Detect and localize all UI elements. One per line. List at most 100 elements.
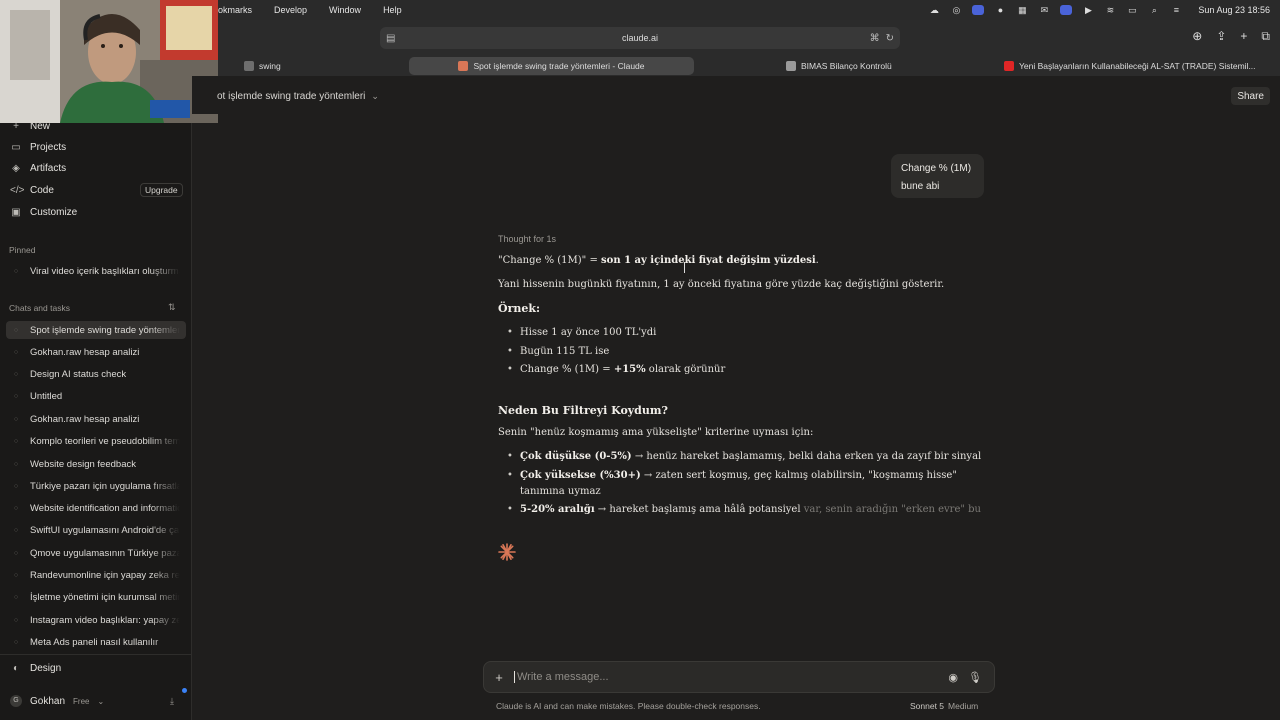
webcam-overlay [0, 0, 218, 123]
share-button[interactable]: Share [1231, 87, 1270, 105]
download-app-icon[interactable]: ⤓ [170, 696, 174, 707]
chat-dot-icon: ○ [13, 549, 19, 557]
menu-bookmarks[interactable]: okmarks [218, 5, 252, 15]
chat-item[interactable]: ○ Instagram video başlıkları: yapay zeka [6, 611, 186, 629]
user-message-line: bune abi [901, 181, 940, 192]
cloud-icon[interactable]: ☁ [928, 5, 940, 15]
tab-youtube[interactable]: Yeni Başlayanların Kullanabileceği AL-SA… [1004, 56, 1274, 76]
chat-item[interactable]: ○ İşletme yönetimi için kurumsal metin [6, 588, 186, 606]
user-message-line: Change % (1M) [901, 163, 972, 174]
chat-item[interactable]: ○ Komplo teorileri ve pseudobilim temala… [6, 432, 186, 450]
menubar-clock[interactable]: Sun Aug 23 18:56 [1198, 5, 1270, 15]
chat-dot-icon: ○ [13, 526, 19, 534]
grid-icon[interactable]: ▦ [1016, 5, 1028, 15]
chat-item[interactable]: ○ Gokhan.raw hesap analizi [6, 410, 186, 428]
menu-window[interactable]: Window [329, 5, 361, 15]
tab-swing[interactable]: swing [244, 56, 281, 76]
user-name: Gokhan [30, 695, 66, 707]
text-cursor [684, 262, 685, 273]
sidebar-item-artifacts[interactable]: ◈ Artifacts [6, 158, 186, 178]
search-icon[interactable]: ⌕ [1148, 5, 1160, 15]
chat-item[interactable]: ○ Website identification and information [6, 499, 186, 517]
share-browser-icon[interactable]: ⇪ [1216, 29, 1226, 44]
screen-mirror-icon[interactable] [1060, 5, 1073, 15]
model-name: Sonnet 5 [910, 701, 945, 711]
chat-item[interactable]: ○ Design AI status check [6, 365, 186, 383]
reload-icon[interactable]: ↻ [886, 33, 894, 44]
chat-item[interactable]: ○ Türkiye pazarı için uygulama fırsatlar… [6, 477, 186, 495]
bold-text: +15% [613, 364, 646, 375]
tab-favicon-icon [244, 61, 254, 71]
tab-overview-icon[interactable]: ⧉ [1261, 29, 1270, 44]
chat-dot-icon: ○ [13, 638, 19, 646]
list-item-text: → zaten sert koşmuş, geç kalmış olabilir… [640, 470, 957, 481]
mail-icon[interactable]: ✉ [1038, 5, 1050, 15]
chat-item[interactable]: ○ Randevumonline için yapay zeka reklam [6, 566, 186, 584]
wifi-icon[interactable]: ≋ [1104, 5, 1116, 15]
sidebar-item-customize[interactable]: ▣ Customize [6, 202, 186, 222]
chat-item[interactable]: ○ Website design feedback [6, 455, 186, 473]
tab-claude-chat[interactable]: Spot işlemde swing trade yöntemleri - Cl… [409, 57, 694, 75]
chat-dot-icon: ○ [13, 571, 19, 579]
thought-toggle[interactable]: Thought for 1s [498, 234, 556, 244]
chat-item[interactable]: ○ Untitled [6, 387, 186, 405]
sidebar-item-label: Projects [30, 141, 67, 153]
user-plan: Free [73, 696, 90, 706]
sort-icon[interactable]: ⇅ [168, 302, 176, 313]
pinned-chat-item[interactable]: ○ Viral video içerik başlıkları oluşturm… [6, 262, 186, 280]
tab-bimas[interactable]: BIMAS Bilanço Kontrolü [786, 56, 892, 76]
chat-item-label: Randevumonline için yapay zeka reklam [30, 569, 180, 581]
menu-help[interactable]: Help [383, 5, 402, 15]
app-badge-icon[interactable] [972, 5, 985, 15]
play-icon[interactable]: ▶ [1082, 5, 1094, 15]
gauge-icon[interactable]: ◎ [950, 5, 962, 15]
webcam-image [0, 0, 218, 123]
url-text[interactable]: claude.ai [622, 33, 658, 43]
sidebar-item-projects[interactable]: ▭ Projects [6, 137, 186, 157]
control-center-icon[interactable]: ≡ [1170, 5, 1182, 15]
tab-label: Spot işlemde swing trade yöntemleri - Cl… [473, 61, 645, 71]
record-icon[interactable]: ◉ [948, 671, 958, 684]
artifacts-icon: ◈ [12, 162, 20, 174]
new-tab-icon[interactable]: + [1240, 29, 1247, 44]
chat-item[interactable]: ○ SwiftUI uygulamasını Android'de çalışt… [6, 521, 186, 539]
notification-dot [182, 688, 187, 693]
shazam-icon[interactable]: ● [994, 5, 1006, 15]
chat-item[interactable]: ○ Meta Ads paneli nasıl kullanılır [6, 633, 186, 651]
download-icon[interactable]: ⊕ [1192, 29, 1202, 44]
streaming-text: var, senin aradığın "erken evre" bu [800, 504, 982, 515]
bold-text: Çok düşükse (0-5%) [520, 451, 632, 462]
chat-item[interactable]: ○ Qmove uygulamasının Türkiye pazarı [6, 544, 186, 562]
chats-heading: Chats and tasks [9, 303, 70, 313]
chat-item-active[interactable]: ○ Spot işlemde swing trade yöntemleri [6, 321, 186, 339]
microphone-icon[interactable]: 🎙 [968, 671, 982, 684]
menu-develop[interactable]: Develop [274, 5, 307, 15]
chat-title-button[interactable]: ot işlemde swing trade yöntemleri ⌄ [217, 91, 379, 102]
sidebar-item-label: Customize [30, 206, 78, 218]
list-item: Çok düşükse (0-5%) → henüz hareket başla… [507, 451, 981, 462]
reader-icon[interactable]: ▤ [386, 33, 395, 44]
battery-icon[interactable]: ▭ [1126, 5, 1138, 15]
message-composer: + ◉ 🎙 [483, 661, 995, 693]
list-item-text: olarak görünür [645, 364, 726, 375]
model-selector[interactable]: Sonnet 5 Medium [910, 701, 978, 711]
chat-dot-icon: ○ [13, 616, 19, 624]
section-heading: Neden Bu Filtreyi Koydum? [498, 404, 668, 417]
upgrade-button[interactable]: Upgrade [140, 183, 183, 197]
chat-item-label: Komplo teorileri ve pseudobilim temaları [30, 435, 180, 447]
tab-label: BIMAS Bilanço Kontrolü [801, 61, 892, 71]
code-icon: </> [10, 184, 25, 196]
translate-icon[interactable]: ⌘ [870, 33, 880, 44]
address-bar[interactable]: ▤ claude.ai ⌘ ↻ [380, 27, 900, 49]
chat-dot-icon: ○ [13, 348, 19, 356]
message-input[interactable] [514, 671, 949, 683]
chat-item-label: SwiftUI uygulamasını Android'de çalıştır… [30, 524, 180, 536]
user-message: Change % (1M) bune abi [891, 154, 984, 198]
chat-item[interactable]: ○ Gokhan.raw hesap analizi [6, 343, 186, 361]
attach-plus-icon[interactable]: + [484, 670, 514, 685]
user-profile-button[interactable]: G Gokhan Free ⌄ ⤓ [6, 691, 186, 711]
sidebar-item-design[interactable]: ◐ Design [6, 658, 186, 678]
bold-text: son 1 ay içindeki fiyat değişim yüzdesi [601, 255, 816, 266]
response-paragraph: Senin "henüz koşmamış ama yükselişte" kr… [498, 427, 814, 438]
palette-icon: ◐ [12, 662, 20, 674]
